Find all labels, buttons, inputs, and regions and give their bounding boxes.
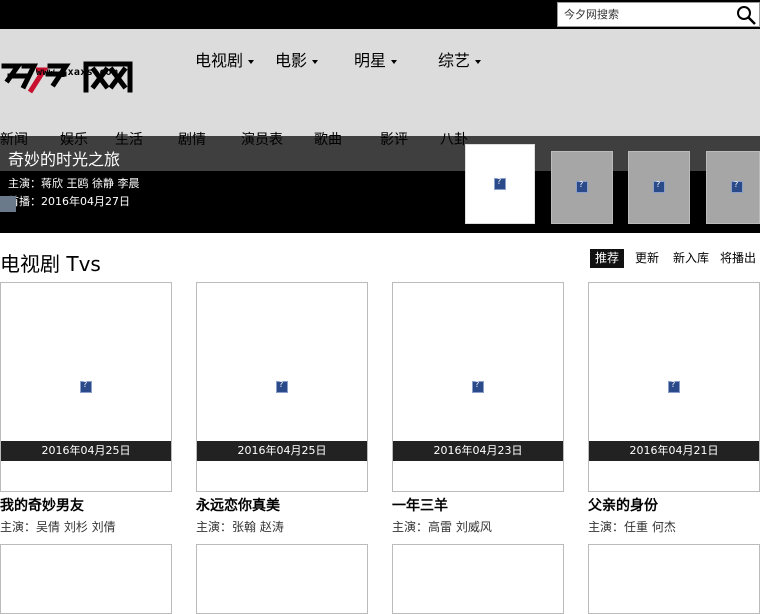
- show-card[interactable]: 2016年04月23日: [392, 282, 564, 492]
- broken-image-icon: [494, 177, 506, 190]
- nav-item-tv[interactable]: 电视剧: [195, 47, 255, 71]
- chevron-down-icon: [248, 59, 255, 64]
- show-card[interactable]: [392, 544, 564, 614]
- tab-upcoming[interactable]: 将播出: [720, 249, 756, 268]
- nav-item-movies[interactable]: 电影: [275, 47, 319, 71]
- card-title[interactable]: 我的奇妙男友: [0, 495, 84, 515]
- subnav-item-life[interactable]: 生活: [115, 129, 143, 149]
- subnav-item-news[interactable]: 新闻: [0, 129, 28, 149]
- show-card[interactable]: [588, 544, 760, 614]
- card-cast: 主演：任重 何杰: [588, 520, 676, 534]
- chevron-down-icon: [391, 59, 398, 64]
- broken-image-icon: [80, 380, 92, 393]
- sub-nav: 新闻 娱乐 生活 剧情 演员表 歌曲 影评 八卦: [0, 129, 760, 149]
- banner-thumb[interactable]: [465, 144, 535, 224]
- broken-image-icon: [576, 180, 588, 193]
- tab-recommended[interactable]: 推荐: [590, 249, 625, 268]
- show-card[interactable]: 2016年04月25日: [196, 282, 368, 492]
- nav-item-variety[interactable]: 综艺: [438, 47, 482, 71]
- card-title[interactable]: 父亲的身份: [588, 495, 658, 515]
- chevron-down-icon: [475, 59, 482, 64]
- chevron-down-icon: [312, 59, 319, 64]
- subnav-item-reviews[interactable]: 影评: [380, 129, 408, 149]
- search-box: [557, 2, 760, 27]
- broken-image-icon: [653, 180, 665, 193]
- subnav-item-plot[interactable]: 剧情: [178, 129, 206, 149]
- banner-thumb[interactable]: [551, 151, 613, 224]
- logo-url: www.jxaxs.com: [36, 67, 119, 78]
- tab-updated[interactable]: 更新: [635, 249, 659, 268]
- banner-date: 首播：2016年04月27日: [8, 195, 130, 208]
- search-icon[interactable]: [735, 4, 757, 26]
- subnav-item-entertainment[interactable]: 娱乐: [60, 129, 88, 149]
- subnav-item-gossip[interactable]: 八卦: [440, 129, 468, 149]
- card-date: 2016年04月25日: [197, 441, 367, 461]
- banner-thumb[interactable]: [706, 151, 760, 224]
- banner-thumb[interactable]: [628, 151, 690, 224]
- tab-new[interactable]: 新入库: [673, 249, 709, 268]
- show-card[interactable]: 2016年04月21日: [588, 282, 760, 492]
- banner-title[interactable]: 奇妙的时光之旅: [8, 146, 120, 170]
- show-card[interactable]: 2016年04月25日: [0, 282, 172, 492]
- card-cast: 主演：张翰 赵涛: [196, 520, 284, 534]
- broken-image-icon: [668, 380, 680, 393]
- featured-banner[interactable]: 奇妙的时光之旅 主演：蒋欣 王鸥 徐静 李晨 首播：2016年04月27日: [0, 136, 760, 233]
- subnav-item-songs[interactable]: 歌曲: [314, 129, 342, 149]
- card-title[interactable]: 永远恋你真美: [196, 495, 280, 515]
- card-title[interactable]: 一年三羊: [392, 495, 448, 515]
- banner-cast: 主演：蒋欣 王鸥 徐静 李晨: [8, 177, 140, 190]
- show-card[interactable]: [196, 544, 368, 614]
- card-cast: 主演：高雷 刘威风: [392, 520, 492, 534]
- broken-image-icon: [731, 180, 743, 193]
- subnav-item-cast[interactable]: 演员表: [241, 129, 283, 149]
- card-date: 2016年04月23日: [393, 441, 563, 461]
- show-card[interactable]: [0, 544, 172, 614]
- section-title: 电视剧 Tvs: [0, 252, 101, 276]
- card-cast: 主演：吴倩 刘杉 刘倩: [0, 520, 116, 534]
- card-date: 2016年04月21日: [589, 441, 759, 461]
- search-input[interactable]: [564, 5, 724, 24]
- broken-image-icon: [0, 196, 16, 212]
- broken-image-icon: [472, 380, 484, 393]
- broken-image-icon: [276, 380, 288, 393]
- card-date: 2016年04月25日: [1, 441, 171, 461]
- nav-item-stars[interactable]: 明星: [354, 47, 398, 71]
